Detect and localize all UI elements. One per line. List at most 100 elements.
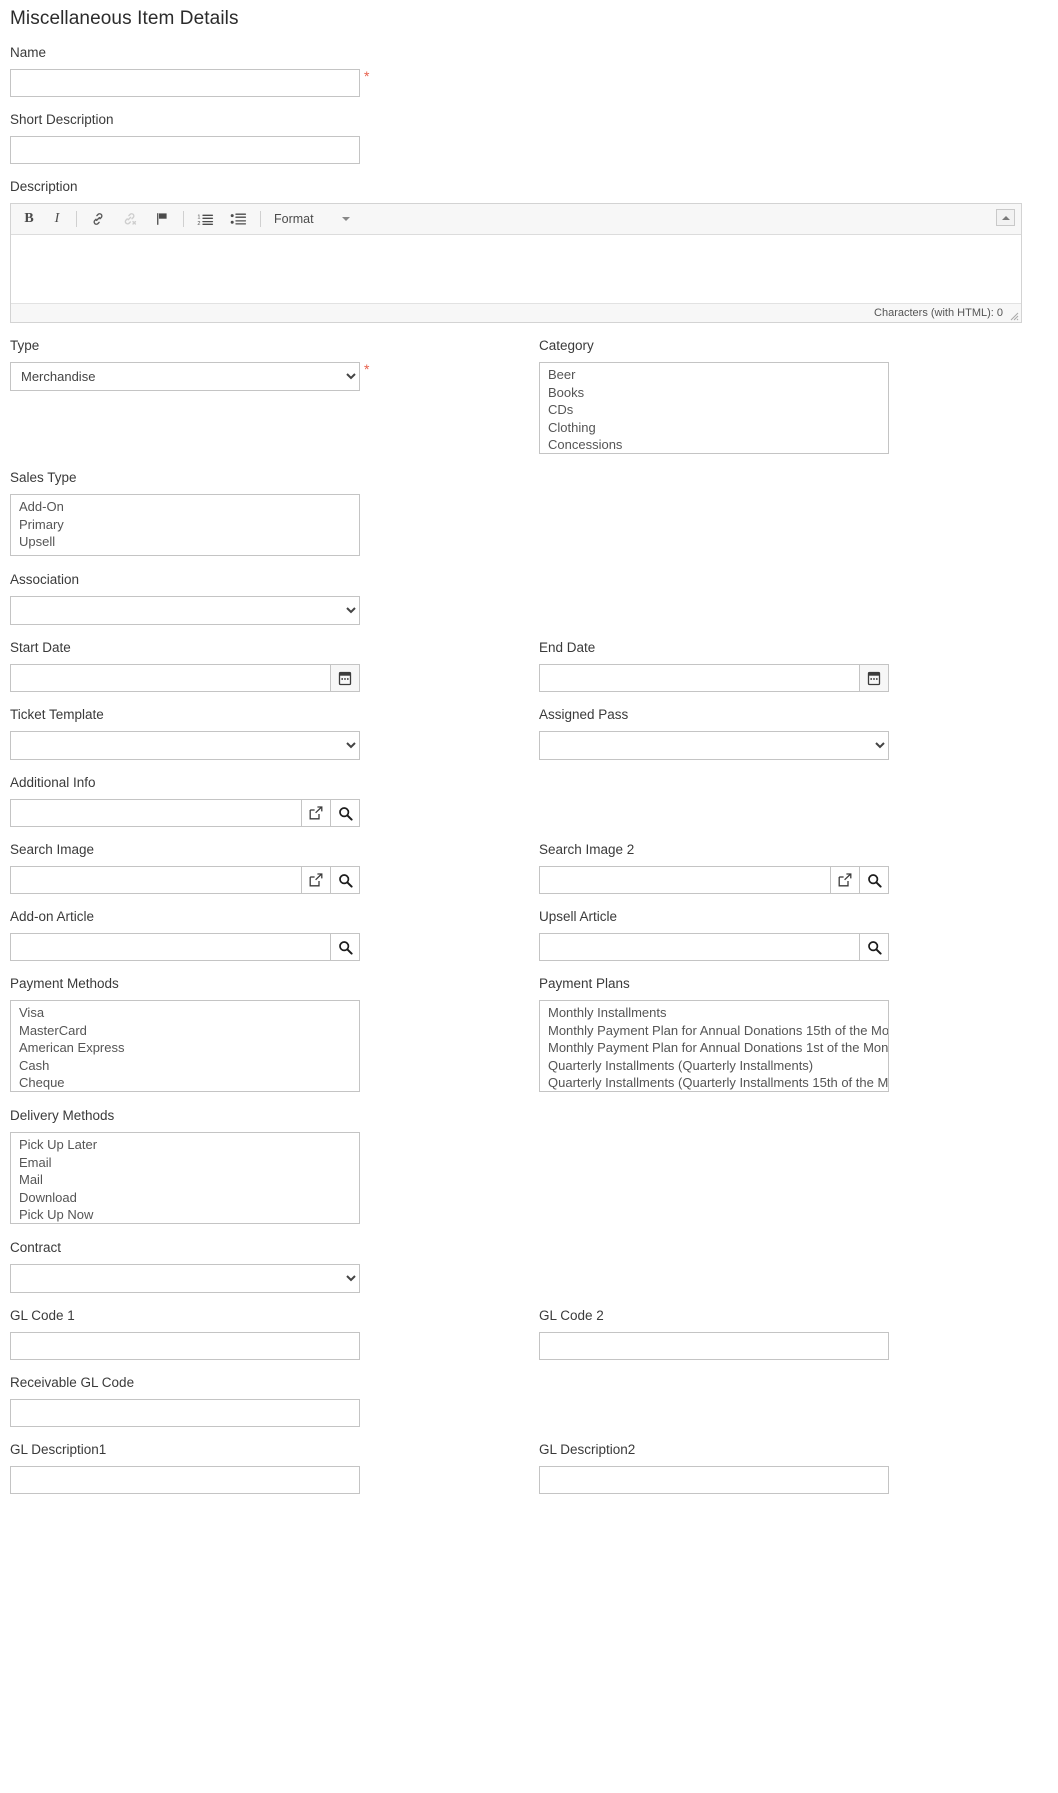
list-item[interactable]: Monthly Installments — [543, 1004, 885, 1022]
receivable-gl-code-input[interactable] — [10, 1399, 360, 1427]
numbered-list-icon[interactable]: 1 2 — [191, 208, 220, 230]
field-payment-plans: Payment Plans Monthly InstallmentsMonthl… — [539, 961, 1058, 1093]
upsell-article-input[interactable] — [539, 933, 860, 961]
contract-select[interactable] — [10, 1264, 360, 1293]
row-gl-codes: GL Code 1 GL Code 2 — [0, 1293, 1058, 1360]
link-icon[interactable] — [84, 208, 112, 230]
row-articles: Add-on Article Upsell Article — [0, 894, 1058, 961]
field-contract: Contract — [10, 1225, 529, 1293]
additional-info-input[interactable] — [10, 799, 302, 827]
field-short-description: Short Description — [10, 97, 529, 164]
row-short-description: Short Description — [0, 97, 1058, 164]
row-name: Name * — [0, 30, 1058, 97]
list-item[interactable]: Download — [14, 1189, 356, 1207]
gl-code-1-input[interactable] — [10, 1332, 360, 1360]
search-icon[interactable] — [860, 866, 889, 894]
field-gl-description-1: GL Description1 — [10, 1427, 529, 1494]
addon-article-label: Add-on Article — [10, 909, 95, 924]
list-item[interactable]: Quarterly Installments (Quarterly Instal… — [543, 1057, 885, 1075]
search-icon[interactable] — [331, 799, 360, 827]
contract-label: Contract — [10, 1240, 62, 1255]
list-item[interactable]: Concessions — [543, 436, 885, 454]
flag-anchor-icon[interactable] — [148, 208, 176, 230]
start-date-label: Start Date — [10, 640, 71, 655]
gl-code-2-input[interactable] — [539, 1332, 889, 1360]
gl-description-1-input[interactable] — [10, 1466, 360, 1494]
field-sales-type: Sales Type Add-OnPrimaryUpsell — [10, 455, 529, 557]
character-count: Characters (with HTML): 0 — [874, 307, 1003, 319]
calendar-icon[interactable] — [860, 664, 889, 692]
chevron-down-icon — [341, 217, 350, 221]
list-item[interactable]: Email — [14, 1154, 356, 1172]
type-required-asterisk: * — [364, 361, 370, 377]
search-image-2-label: Search Image 2 — [539, 842, 635, 857]
payment-methods-label: Payment Methods — [10, 976, 119, 991]
end-date-input[interactable] — [539, 664, 860, 692]
sales-type-listbox[interactable]: Add-OnPrimaryUpsell — [10, 494, 360, 556]
bulleted-list-icon[interactable] — [224, 208, 253, 230]
list-item[interactable]: Clothing — [543, 419, 885, 437]
unlink-icon[interactable] — [116, 208, 144, 230]
field-ticket-template: Ticket Template — [10, 692, 529, 760]
search-image-label: Search Image — [10, 842, 95, 857]
delivery-methods-listbox[interactable]: Pick Up LaterEmailMailDownloadPick Up No… — [10, 1132, 360, 1224]
search-image-input[interactable] — [10, 866, 302, 894]
row-association: Association — [0, 557, 1058, 625]
category-listbox[interactable]: BeerBooksCDsClothingConcessionsLiquor — [539, 362, 889, 454]
search-icon[interactable] — [331, 866, 360, 894]
list-item[interactable]: Beer — [543, 366, 885, 384]
list-item[interactable]: Quarterly Installments (Quarterly Instal… — [543, 1074, 885, 1092]
gl-description-2-input[interactable] — [539, 1466, 889, 1494]
payment-methods-listbox[interactable]: VisaMasterCardAmerican ExpressCashCheque… — [10, 1000, 360, 1092]
list-item[interactable]: Cash — [14, 1057, 356, 1075]
list-item[interactable]: Upsell — [14, 533, 356, 551]
bold-button[interactable]: B — [17, 208, 41, 230]
list-item[interactable]: MasterCard — [14, 1022, 356, 1040]
list-item[interactable]: Primary — [14, 516, 356, 534]
row-contract: Contract — [0, 1225, 1058, 1293]
svg-text:1: 1 — [197, 214, 200, 220]
svg-text:2: 2 — [197, 221, 200, 227]
payment-plans-listbox[interactable]: Monthly InstallmentsMonthly Payment Plan… — [539, 1000, 889, 1092]
list-item[interactable]: Visa — [14, 1004, 356, 1022]
collapse-toolbar-button[interactable] — [996, 209, 1015, 226]
row-delivery-methods: Delivery Methods Pick Up LaterEmailMailD… — [0, 1093, 1058, 1225]
ticket-template-select[interactable] — [10, 731, 360, 760]
list-item[interactable]: Add-On — [14, 498, 356, 516]
short-description-label: Short Description — [10, 112, 114, 127]
list-item[interactable]: Cheque — [14, 1074, 356, 1092]
list-item[interactable]: Monthly Payment Plan for Annual Donation… — [543, 1022, 885, 1040]
format-dropdown[interactable]: Format — [270, 212, 354, 226]
description-label: Description — [10, 179, 78, 194]
external-link-icon[interactable] — [302, 799, 331, 827]
search-icon[interactable] — [331, 933, 360, 961]
addon-article-input[interactable] — [10, 933, 331, 961]
list-item[interactable]: Pick Up Later — [14, 1136, 356, 1154]
list-item[interactable]: Books — [543, 384, 885, 402]
list-item[interactable]: CDs — [543, 401, 885, 419]
list-item[interactable]: Pick Up Now — [14, 1206, 356, 1224]
external-link-icon[interactable] — [302, 866, 331, 894]
editor-footer: Characters (with HTML): 0 — [11, 303, 1021, 322]
field-receivable-gl-code: Receivable GL Code — [10, 1360, 529, 1427]
name-input[interactable] — [10, 69, 360, 97]
row-description: Description B I 1 2 Format Characters (w… — [0, 164, 1058, 323]
list-item[interactable]: American Express — [14, 1039, 356, 1057]
resize-grip-icon[interactable] — [1009, 311, 1019, 321]
list-item[interactable]: Monthly Payment Plan for Annual Donation… — [543, 1039, 885, 1057]
association-select[interactable] — [10, 596, 360, 625]
type-select[interactable]: Merchandise — [10, 362, 360, 391]
external-link-icon[interactable] — [831, 866, 860, 894]
search-icon[interactable] — [860, 933, 889, 961]
assigned-pass-select[interactable] — [539, 731, 889, 760]
search-image-2-input[interactable] — [539, 866, 831, 894]
name-label: Name — [10, 45, 47, 60]
italic-button[interactable]: I — [45, 208, 69, 230]
description-editing-area[interactable] — [11, 235, 1021, 303]
delivery-methods-label: Delivery Methods — [10, 1108, 115, 1123]
calendar-icon[interactable] — [331, 664, 360, 692]
short-description-input[interactable] — [10, 136, 360, 164]
list-item[interactable]: Mail — [14, 1171, 356, 1189]
misc-item-details-form: Miscellaneous Item Details Name * Short … — [0, 0, 1058, 1514]
start-date-input[interactable] — [10, 664, 331, 692]
